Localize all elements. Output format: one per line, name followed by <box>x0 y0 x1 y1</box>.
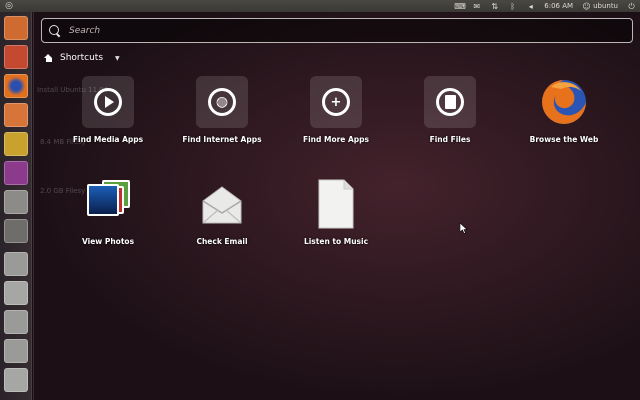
firefox-icon <box>538 76 590 128</box>
tile-check-email[interactable]: Check Email <box>177 178 267 258</box>
network-indicator[interactable]: ⇅ <box>490 2 499 11</box>
volume-icon: ◂ <box>528 1 533 11</box>
network-icon: ⇅ <box>491 1 499 11</box>
session-menu[interactable]: ⏻ <box>627 2 636 11</box>
tile-label: View Photos <box>81 237 135 246</box>
shortcuts-filter[interactable]: Shortcuts ▼ <box>44 51 120 65</box>
top-panel: ◎ ⌨ ✉ ⇅ ᛒ ◂ 6:06 AM ☺ ubuntu ⏻ <box>0 0 640 12</box>
shortcuts-label: Shortcuts <box>60 53 104 63</box>
launcher <box>0 12 32 400</box>
volume-indicator[interactable]: ◂ <box>526 2 535 11</box>
search-input[interactable] <box>69 25 609 36</box>
tile-browse-the-web[interactable]: Browse the Web <box>519 76 609 156</box>
music-file-icon <box>310 178 362 230</box>
user-name: ubuntu <box>593 2 618 10</box>
keyboard-indicator[interactable]: ⌨ <box>454 1 466 11</box>
search-box[interactable] <box>41 18 633 43</box>
bluetooth-indicator[interactable]: ᛒ <box>508 2 517 11</box>
mouse-cursor-icon <box>460 223 468 234</box>
dash: Install Ubuntu 11.04 8.4 MB Filesy 2.0 G… <box>33 12 640 400</box>
tile-view-photos[interactable]: View Photos <box>63 178 153 258</box>
tile-label: Find Files <box>429 135 471 144</box>
files-lens-icon <box>424 76 476 128</box>
tile-label: Find Media Apps <box>72 135 144 144</box>
launcher-files[interactable] <box>4 45 28 69</box>
tile-label: Find Internet Apps <box>182 135 262 144</box>
keyboard-icon: ⌨ <box>454 1 466 11</box>
bluetooth-icon: ᛒ <box>510 1 516 11</box>
ubuntu-logo-icon[interactable]: ◎ <box>3 0 15 12</box>
tile-label: Browse the Web <box>529 135 599 144</box>
launcher-firefox[interactable] <box>4 74 28 98</box>
launcher-drive-3[interactable] <box>4 339 28 363</box>
tile-label: Listen to Music <box>303 237 369 246</box>
launcher-file-browser[interactable] <box>4 190 28 214</box>
photos-icon <box>82 178 134 230</box>
media-apps-icon <box>82 76 134 128</box>
launcher-usb-2[interactable] <box>4 368 28 392</box>
tile-find-internet-apps[interactable]: ◍ Find Internet Apps <box>177 76 267 156</box>
messaging-indicator[interactable]: ✉ <box>472 2 481 11</box>
tile-find-media-apps[interactable]: Find Media Apps <box>63 76 153 156</box>
home-icon <box>44 53 53 63</box>
launcher-drive-1[interactable] <box>4 252 28 276</box>
launcher-empathy[interactable] <box>4 161 28 185</box>
tile-label: Check Email <box>196 237 248 246</box>
internet-apps-icon: ◍ <box>196 76 248 128</box>
more-apps-icon: + <box>310 76 362 128</box>
clock[interactable]: 6:06 AM <box>544 2 573 10</box>
tile-label: Find More Apps <box>302 135 370 144</box>
mail-icon: ✉ <box>473 1 481 11</box>
email-icon <box>196 178 248 230</box>
launcher-installer[interactable] <box>4 16 28 40</box>
user-icon: ☺ <box>582 1 591 11</box>
launcher-appearance[interactable] <box>4 219 28 243</box>
launcher-ubuntu-one[interactable] <box>4 103 28 127</box>
chevron-down-icon[interactable]: ▼ <box>115 55 120 62</box>
tile-find-files[interactable]: Find Files <box>405 76 495 156</box>
search-icon[interactable] <box>48 24 62 38</box>
launcher-text-editor[interactable] <box>4 132 28 156</box>
tile-listen-to-music[interactable]: Listen to Music <box>291 178 381 258</box>
launcher-drive-2[interactable] <box>4 310 28 334</box>
launcher-usb-1[interactable] <box>4 281 28 305</box>
tile-find-more-apps[interactable]: + Find More Apps <box>291 76 381 156</box>
power-icon: ⏻ <box>628 1 635 11</box>
user-menu[interactable]: ☺ ubuntu <box>582 2 618 11</box>
